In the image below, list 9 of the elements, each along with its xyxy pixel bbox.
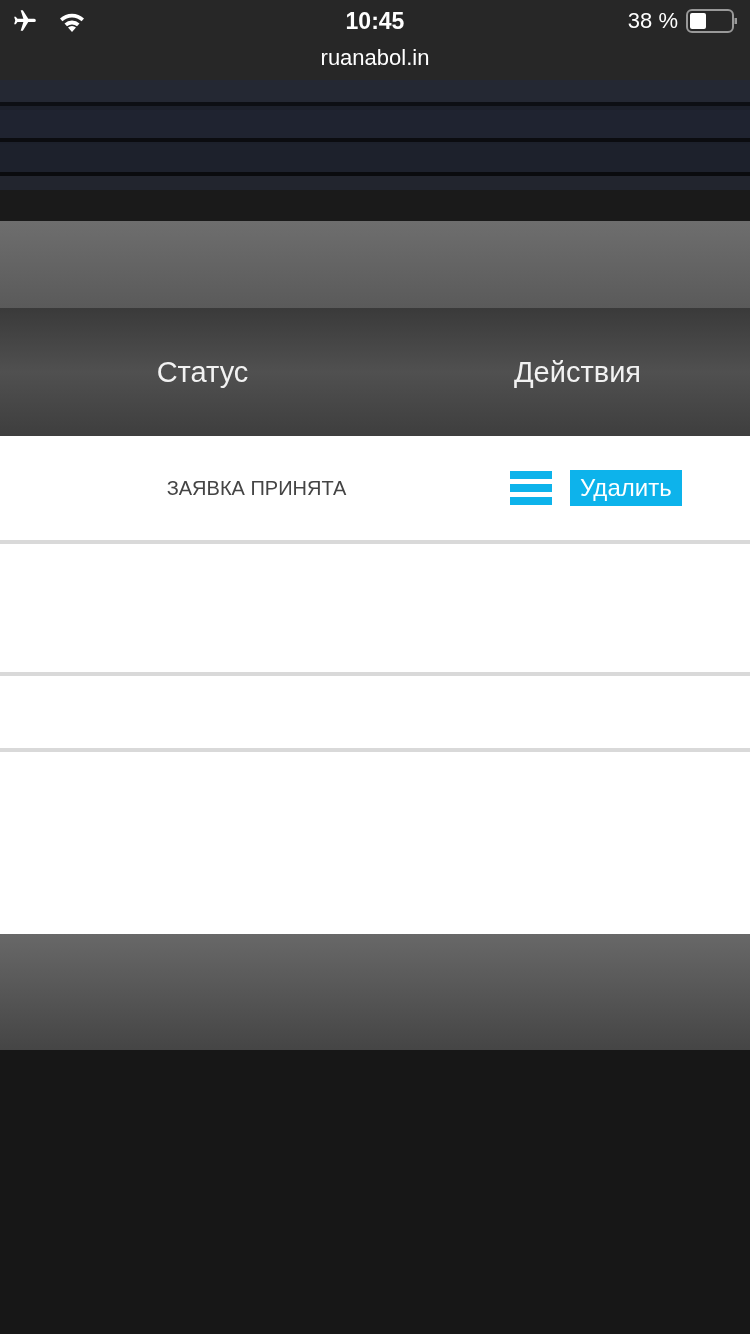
page-url: ruanabol.in <box>320 45 430 71</box>
status-text: ЗАЯВКА ПРИНЯТА <box>165 476 348 500</box>
battery-percentage: 38 % <box>627 8 678 34</box>
menu-icon[interactable] <box>510 471 552 505</box>
delete-button[interactable]: Удалить <box>570 470 682 506</box>
battery-icon <box>686 9 738 33</box>
column-header: Статус <box>156 355 249 389</box>
clock-time: 10:45 <box>344 7 406 35</box>
column-header: Действия <box>513 355 642 389</box>
